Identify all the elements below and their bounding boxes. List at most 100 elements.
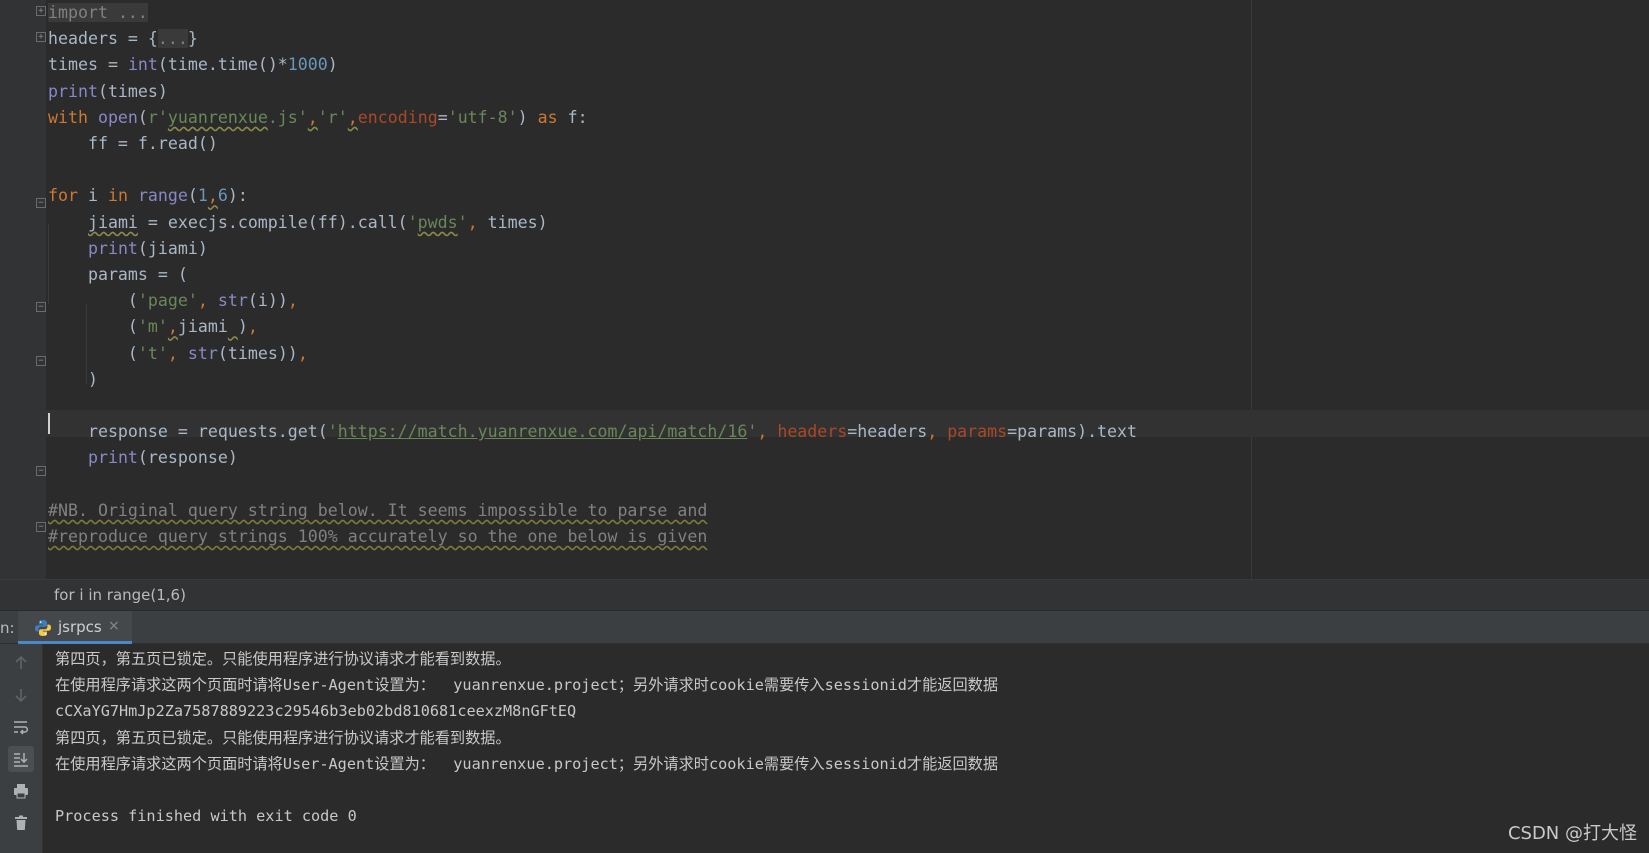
code-token: str: [217, 291, 248, 311]
code-token: ,: [197, 291, 218, 311]
code-token: ): [48, 369, 98, 389]
code-token: print: [87, 238, 138, 258]
code-token: headers = {: [48, 29, 158, 49]
breadcrumb-item[interactable]: for i in range(1,6): [54, 586, 186, 604]
fold-expand-icon[interactable]: +: [36, 32, 46, 42]
code-line: ('page', str(i)),: [48, 287, 298, 314]
code-token: ,: [207, 186, 218, 206]
code-token: r': [147, 107, 168, 127]
code-token: ,: [927, 422, 948, 442]
fold-collapse-icon[interactable]: −: [36, 522, 46, 532]
fold-end-icon[interactable]: −: [36, 466, 46, 476]
code-token: open: [97, 107, 138, 127]
code-token: headers: [777, 422, 848, 442]
console-output[interactable]: 第四页，第五页已锁定。只能使用程序进行协议请求才能看到数据。 在使用程序请求这两个…: [44, 644, 1649, 853]
console-line: 在使用程序请求这两个页面时请将User-Agent设置为： yuanrenxue…: [55, 676, 999, 695]
code-token: pwds: [417, 212, 458, 232]
code-token: .js': [267, 107, 308, 127]
console-line: 第四页，第五页已锁定。只能使用程序进行协议请求才能看到数据。: [55, 728, 511, 747]
code-token: with: [48, 107, 98, 127]
arrow-down-icon[interactable]: [8, 682, 34, 708]
fold-collapse-icon[interactable]: −: [36, 198, 46, 208]
fold-end-icon[interactable]: −: [36, 356, 46, 366]
code-token: 'r': [317, 107, 348, 127]
scroll-to-end-icon[interactable]: [8, 746, 34, 772]
code-token: = execjs.compile(ff).call(: [137, 212, 408, 232]
run-panel-header: n: jsrpcs ×: [0, 610, 1649, 644]
code-token: ): [237, 317, 248, 337]
code-token: ):: [227, 186, 248, 206]
code-line: ('t', str(times)),: [48, 340, 308, 367]
code-token: in: [107, 186, 138, 206]
tab-label: jsrpcs: [58, 618, 102, 636]
code-token: 1: [197, 186, 208, 206]
code-token: ): [327, 55, 338, 75]
code-line: response = requests.get('https://match.y…: [48, 418, 1137, 445]
code-line: jiami = execjs.compile(ff).call('pwds', …: [48, 209, 548, 236]
code-line: print(times): [48, 78, 168, 105]
code-token: 't': [137, 343, 168, 363]
code-token: str: [187, 343, 218, 363]
code-token: ,: [247, 317, 258, 337]
code-token: ...: [117, 3, 148, 22]
tab-jsrpcs[interactable]: jsrpcs ×: [18, 611, 132, 644]
code-token: #reproduce query strings 100% accurately…: [48, 527, 708, 546]
code-token: ,: [167, 343, 188, 363]
console-toolbar: [0, 644, 43, 853]
python-icon: [35, 620, 51, 636]
code-line: params = (: [48, 261, 188, 288]
trash-icon[interactable]: [8, 810, 34, 836]
code-line: ff = f.read(): [48, 130, 218, 157]
fold-collapse-icon[interactable]: −: [36, 302, 46, 312]
code-token: (response): [137, 448, 238, 468]
code-token: ,: [307, 107, 318, 127]
code-token: ): [517, 107, 538, 127]
code-token: encoding: [357, 107, 438, 127]
code-token: import: [48, 3, 118, 22]
code-token: 'm': [137, 317, 168, 337]
code-token: (i)): [247, 291, 288, 311]
watermark: CSDN @打大怪: [1507, 823, 1637, 844]
soft-wrap-icon[interactable]: [8, 714, 34, 740]
arrow-up-icon[interactable]: [8, 650, 34, 676]
code-token: ...: [157, 29, 188, 49]
code-token: int: [127, 55, 158, 75]
code-line: ): [48, 366, 98, 393]
code-line: print(jiami): [48, 235, 208, 262]
code-token: ,: [757, 422, 778, 442]
code-token: ': [327, 422, 338, 442]
code-token: times): [487, 212, 548, 232]
code-line: with open(r'yuanrenxue.js','r',encoding=…: [48, 104, 588, 131]
console-line: Process finished with exit code 0: [55, 807, 357, 826]
code-token: #NB. Original query string below. It see…: [48, 500, 708, 520]
code-line: for i in range(1,6):: [48, 182, 248, 209]
code-token: as: [537, 107, 568, 127]
code-token: jiami: [87, 212, 138, 232]
breadcrumb[interactable]: for i in range(1,6): [0, 579, 1649, 610]
code-token: (time.time()*: [157, 55, 288, 75]
tab-close-icon[interactable]: ×: [108, 618, 120, 634]
code-token: (: [48, 291, 138, 311]
code-editor[interactable]: + + − − − − − import ... headers = {...} t…: [0, 0, 1649, 579]
code-token: range: [137, 186, 188, 206]
code-token: (: [48, 343, 138, 363]
code-token: for: [48, 186, 88, 206]
code-token: =headers: [847, 422, 928, 442]
code-token: ,: [167, 317, 178, 337]
text-caret: [48, 413, 50, 434]
code-token: ,: [297, 343, 308, 363]
code-token: ': [457, 212, 468, 232]
run-panel-label: n:: [0, 619, 15, 637]
fold-expand-icon[interactable]: +: [36, 6, 46, 16]
code-line: ('m',jiami ),: [48, 313, 258, 340]
code-token: 'page': [137, 291, 198, 311]
code-token: =params).text: [1007, 422, 1138, 442]
code-token: print: [48, 81, 98, 101]
console-line: cCXaYG7HmJp2Za7587889223c29546b3eb02bd81…: [55, 702, 577, 721]
code-token: (: [48, 317, 138, 337]
print-icon[interactable]: [8, 778, 34, 804]
